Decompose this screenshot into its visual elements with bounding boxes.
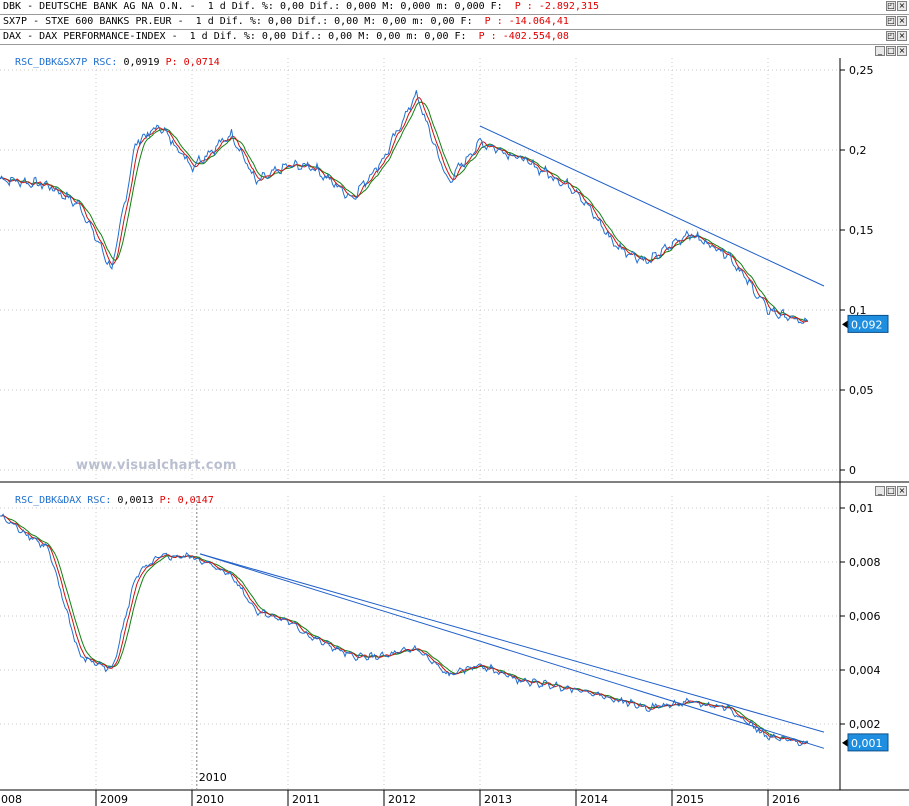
y-tick-label: 0,002 <box>849 718 881 731</box>
y-tick-label: 0,05 <box>849 384 874 397</box>
x-tick-label: 2009 <box>100 793 128 806</box>
series-line <box>0 513 808 747</box>
trendline <box>199 553 825 733</box>
series-ma-fast <box>0 97 809 323</box>
x-tick-label: 008 <box>1 793 22 806</box>
x-tick-label: 2015 <box>676 793 704 806</box>
last-value-pointer <box>842 738 848 747</box>
x-tick-label: 2013 <box>484 793 512 806</box>
y-tick-label: 0 <box>849 464 856 477</box>
y-tick-label: 0,2 <box>849 144 867 157</box>
y-tick-label: 0,15 <box>849 224 874 237</box>
last-value-label: 0,001 <box>851 737 883 750</box>
last-value-pointer <box>842 320 848 329</box>
cursor-marker-label: 2010 <box>199 771 227 784</box>
chart-canvas[interactable]: 008 2009 2010 2011 2012 2013 2014 2015 2016 2010 0… <box>0 0 909 806</box>
series-ma-slow <box>0 101 809 322</box>
trendline <box>199 553 825 749</box>
x-tick-label: 2011 <box>292 793 320 806</box>
y-tick-label: 0,01 <box>849 502 874 515</box>
series-ma-fast <box>0 514 809 745</box>
y-tick-label: 0,006 <box>849 610 881 623</box>
x-tick-label: 2012 <box>388 793 416 806</box>
y-tick-label: 0,008 <box>849 556 881 569</box>
y-tick-label: 0,004 <box>849 664 881 677</box>
last-value-label: 0,092 <box>851 318 883 331</box>
x-tick-label: 2016 <box>772 793 800 806</box>
x-tick-label: 2014 <box>580 793 608 806</box>
y-tick-label: 0,25 <box>849 64 874 77</box>
x-tick-label: 2010 <box>196 793 224 806</box>
series-ma-slow <box>0 514 809 744</box>
